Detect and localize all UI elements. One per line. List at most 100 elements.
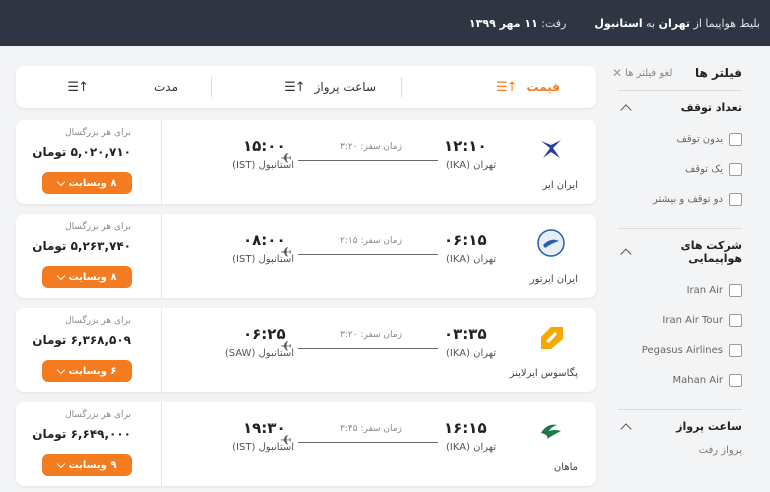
checkbox[interactable]	[729, 162, 742, 176]
stops-section-header[interactable]: تعداد توقف	[618, 99, 742, 124]
flight-duration: زمان سفر: ۳:۲۰	[340, 330, 402, 340]
websites-button[interactable]: ۹ وبسایت	[42, 454, 132, 476]
airlines-title: شرکت های هواپیمایی	[680, 239, 742, 265]
airline-option-iran-air[interactable]: Iran Air	[618, 275, 742, 305]
per-adult-label: برای هر بزرگسال	[65, 222, 131, 232]
flight-duration: زمان سفر: ۳:۲۰	[340, 142, 402, 152]
airline-name: پگاسوس ایرلاینز	[509, 368, 578, 379]
route-origin: تهران	[658, 16, 691, 30]
flight-duration: زمان سفر: ۲:۱۵	[340, 236, 402, 246]
route-to-word: به	[646, 16, 656, 30]
outbound-flight-label: پرواز رفت	[698, 445, 742, 456]
per-adult-label: برای هر بزرگسال	[65, 128, 131, 138]
departure-time: ۱۲:۱۰	[444, 137, 487, 155]
stop-option-nonstop[interactable]: بدون توقف	[618, 124, 742, 154]
websites-button[interactable]: ۸ وبسایت	[42, 172, 132, 194]
flight-card[interactable]: برای هر بزرگسال ۶,۶۴۹,۰۰۰ تومان ۹ وبسایت…	[16, 402, 596, 486]
departure-date: رفت: ۱۱ مهر ۱۳۹۹	[469, 17, 566, 30]
airplane-icon: ✈	[280, 151, 292, 167]
price: ۵,۲۶۳,۷۴۰ تومان	[32, 239, 131, 253]
departure-time: ۰۳:۳۵	[444, 325, 487, 343]
sort-flight-time[interactable]: ساعت پرواز ↑☰	[284, 66, 376, 108]
airlines-section-header[interactable]: شرکت های هواپیمایی	[618, 237, 742, 275]
stops-title: تعداد توقف	[680, 101, 742, 114]
route-line	[298, 348, 438, 349]
checkbox[interactable]	[729, 343, 742, 357]
iran-air-tour-logo-icon	[536, 228, 566, 258]
route-line	[298, 160, 438, 161]
websites-button-label: ۸ وبسایت	[68, 271, 117, 283]
chevron-up-icon	[620, 422, 632, 435]
departure-time: ۱۶:۱۵	[444, 419, 487, 437]
filters-header: فیلتر ها لغو فیلتر ها ✕	[606, 56, 758, 90]
checkbox[interactable]	[729, 313, 742, 327]
price: ۵,۰۲۰,۷۱۰ تومان	[32, 145, 131, 159]
departure-city: تهران (IKA)	[446, 254, 497, 265]
sort-duration[interactable]: مدت ↑☰	[67, 66, 178, 108]
sort-duration-label: مدت	[153, 80, 178, 94]
flight-time-section: ساعت پرواز پرواز رفت	[618, 409, 742, 458]
airplane-icon: ✈	[280, 339, 292, 355]
iran-air-logo-icon	[536, 134, 566, 164]
date-label: رفت:	[541, 16, 567, 30]
checkbox[interactable]	[729, 192, 742, 206]
route-destination: استانبول	[594, 16, 643, 30]
clear-filters-button[interactable]: لغو فیلتر ها ✕	[612, 66, 672, 80]
flight-time-section-header[interactable]: ساعت پرواز	[618, 418, 742, 443]
airline-name: ایران ایر	[542, 180, 578, 191]
websites-button[interactable]: ۸ وبسایت	[42, 266, 132, 288]
flight-card[interactable]: برای هر بزرگسال ۶,۳۶۸,۵۰۹ تومان ۶ وبسایت…	[16, 308, 596, 392]
checkbox[interactable]	[729, 132, 742, 146]
chevron-down-icon	[56, 365, 65, 374]
divider	[211, 77, 212, 97]
option-label: Mahan Air	[672, 374, 723, 386]
sort-icon: ↑☰	[495, 79, 518, 95]
flight-card[interactable]: برای هر بزرگسال ۵,۰۲۰,۷۱۰ تومان ۸ وبسایت…	[16, 120, 596, 204]
airline-name: ایران ایرتور	[529, 274, 578, 285]
flight-time-title: ساعت پرواز	[676, 420, 742, 433]
price: ۶,۶۴۹,۰۰۰ تومان	[32, 427, 131, 441]
airline-option-iran-air-tour[interactable]: Iran Air Tour	[618, 305, 742, 335]
option-label: بدون توقف	[676, 133, 723, 145]
flight-card[interactable]: برای هر بزرگسال ۵,۲۶۳,۷۴۰ تومان ۸ وبسایت…	[16, 214, 596, 298]
sort-price[interactable]: قیمت ↑☰	[496, 66, 560, 108]
departure-time: ۰۶:۱۵	[444, 231, 487, 249]
pegasus-logo-icon	[536, 322, 566, 352]
per-adult-label: برای هر بزرگسال	[65, 410, 131, 420]
checkbox[interactable]	[729, 283, 742, 297]
sort-time-label: ساعت پرواز	[314, 80, 376, 94]
airline-option-mahan[interactable]: Mahan Air	[618, 365, 742, 395]
close-icon: ✕	[612, 66, 623, 80]
option-label: Iran Air Tour	[662, 314, 723, 326]
stops-section: تعداد توقف بدون توقف یک توقف دو توقف و ب…	[618, 90, 742, 214]
flight-duration: زمان سفر: ۳:۴۵	[340, 424, 402, 434]
divider	[401, 77, 402, 97]
route-prefix: بلیط هواپیما از	[693, 16, 760, 30]
route-line	[298, 254, 438, 255]
departure-city: تهران (IKA)	[446, 160, 497, 171]
option-label: Pegasus Airlines	[641, 344, 723, 356]
per-adult-label: برای هر بزرگسال	[65, 316, 131, 326]
websites-button[interactable]: ۶ وبسایت	[42, 360, 132, 382]
websites-button-label: ۶ وبسایت	[68, 365, 117, 377]
sort-icon: ↑☰	[67, 79, 89, 95]
websites-button-label: ۹ وبسایت	[68, 459, 117, 471]
clear-filters-label: لغو فیلتر ها	[625, 67, 673, 79]
departure-city: تهران (IKA)	[446, 442, 497, 453]
sort-bar: قیمت ↑☰ ساعت پرواز ↑☰ مدت ↑☰	[16, 66, 596, 108]
chevron-down-icon	[56, 177, 65, 186]
option-label: یک توقف	[685, 163, 723, 175]
stop-option-one[interactable]: یک توقف	[618, 154, 742, 184]
checkbox[interactable]	[729, 373, 742, 387]
airplane-icon: ✈	[280, 245, 292, 261]
route-line	[298, 442, 438, 443]
airline-option-pegasus[interactable]: Pegasus Airlines	[618, 335, 742, 365]
chevron-down-icon	[56, 271, 65, 280]
date-value: ۱۱ مهر ۱۳۹۹	[468, 16, 538, 30]
option-label: دو توقف و بیشتر	[653, 193, 723, 205]
chevron-down-icon	[56, 459, 65, 468]
airplane-icon: ✈	[280, 433, 292, 449]
airline-name: ماهان	[553, 462, 578, 473]
stop-option-two-plus[interactable]: دو توقف و بیشتر	[618, 184, 742, 214]
mahan-logo-icon	[536, 416, 566, 446]
